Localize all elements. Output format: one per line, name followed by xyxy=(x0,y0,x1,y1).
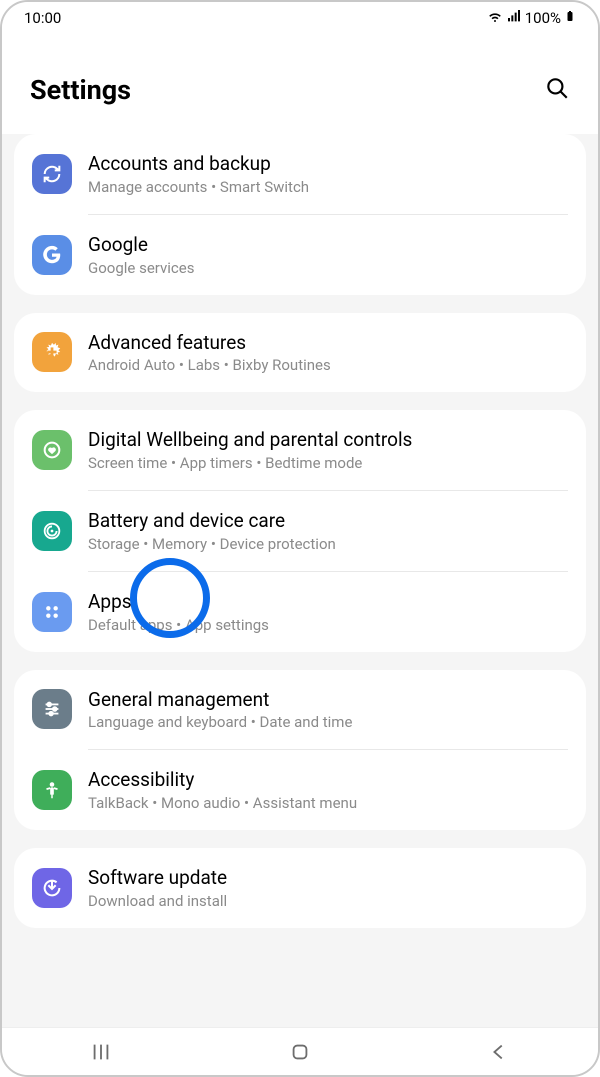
settings-group: Advanced featuresAndroid Auto • Labs • B… xyxy=(14,313,586,393)
item-subtitle: Screen time • App timers • Bedtime mode xyxy=(88,454,568,472)
settings-item-accessibility[interactable]: Accessibility TalkBack • Mono audio • Ass… xyxy=(32,750,568,830)
settings-item-general-management[interactable]: General managementLanguage and keyboard … xyxy=(32,670,568,750)
item-title: General management xyxy=(88,688,568,712)
item-title: Google xyxy=(88,233,568,257)
item-subtitle: Android Auto • Labs • Bixby Routines xyxy=(88,356,568,374)
apps-icon xyxy=(32,592,72,632)
item-title: Battery and device care xyxy=(88,509,568,533)
wifi-icon xyxy=(487,8,503,28)
battery-icon xyxy=(564,8,576,28)
item-subtitle: Language and keyboard • Date and time xyxy=(88,713,568,731)
settings-group: Software update Download and install xyxy=(14,848,586,928)
settings-item-apps[interactable]: Apps Default apps • App settings xyxy=(32,572,568,652)
settings-item-advanced-features[interactable]: Advanced featuresAndroid Auto • Labs • B… xyxy=(32,313,568,393)
status-time: 10:00 xyxy=(24,9,61,27)
sync-icon xyxy=(32,154,72,194)
settings-group: General managementLanguage and keyboard … xyxy=(14,670,586,831)
status-indicators: 100% xyxy=(487,8,576,28)
settings-group: Accounts and backup Manage accounts • Sma… xyxy=(14,134,586,295)
item-title: Apps xyxy=(88,590,568,614)
signal-icon xyxy=(506,8,522,28)
page-header: Settings xyxy=(2,34,598,134)
item-title: Advanced features xyxy=(88,331,568,355)
google-icon xyxy=(32,235,72,275)
care-icon xyxy=(32,511,72,551)
search-button[interactable] xyxy=(544,75,570,105)
item-title: Software update xyxy=(88,866,568,890)
plus-icon xyxy=(32,332,72,372)
item-subtitle: Default apps • App settings xyxy=(88,616,568,634)
item-subtitle: Google services xyxy=(88,259,568,277)
item-subtitle: Manage accounts • Smart Switch xyxy=(88,178,568,196)
page-title: Settings xyxy=(30,74,131,106)
nav-recent-button[interactable] xyxy=(51,1041,151,1063)
settings-item-digital-wellbeing[interactable]: Digital Wellbeing and parental controls S… xyxy=(32,410,568,490)
nav-back-button[interactable] xyxy=(449,1041,549,1063)
update-icon xyxy=(32,868,72,908)
settings-item-battery-device-care[interactable]: Battery and device care Storage • Memory … xyxy=(32,491,568,571)
item-title: Digital Wellbeing and parental controls xyxy=(88,428,568,452)
phone-frame: 10:00 100% Settings Accounts and backup M… xyxy=(0,0,600,1077)
heart-icon xyxy=(32,430,72,470)
status-bar: 10:00 100% xyxy=(2,2,598,34)
settings-item-software-update[interactable]: Software update Download and install xyxy=(32,848,568,928)
item-title: Accessibility xyxy=(88,768,568,792)
settings-item-google[interactable]: Google Google services xyxy=(32,215,568,295)
settings-group: Digital Wellbeing and parental controls S… xyxy=(14,410,586,651)
person-icon xyxy=(32,770,72,810)
item-subtitle: TalkBack • Mono audio • Assistant menu xyxy=(88,794,568,812)
item-subtitle: Storage • Memory • Device protection xyxy=(88,535,568,553)
item-title: Accounts and backup xyxy=(88,152,568,176)
nav-bar xyxy=(2,1027,598,1075)
battery-text: 100% xyxy=(525,9,561,27)
sliders-icon xyxy=(32,689,72,729)
settings-item-accounts-backup[interactable]: Accounts and backup Manage accounts • Sma… xyxy=(32,134,568,214)
item-subtitle: Download and install xyxy=(88,892,568,910)
nav-home-button[interactable] xyxy=(250,1041,350,1063)
settings-list[interactable]: Accounts and backup Manage accounts • Sma… xyxy=(2,134,598,1062)
